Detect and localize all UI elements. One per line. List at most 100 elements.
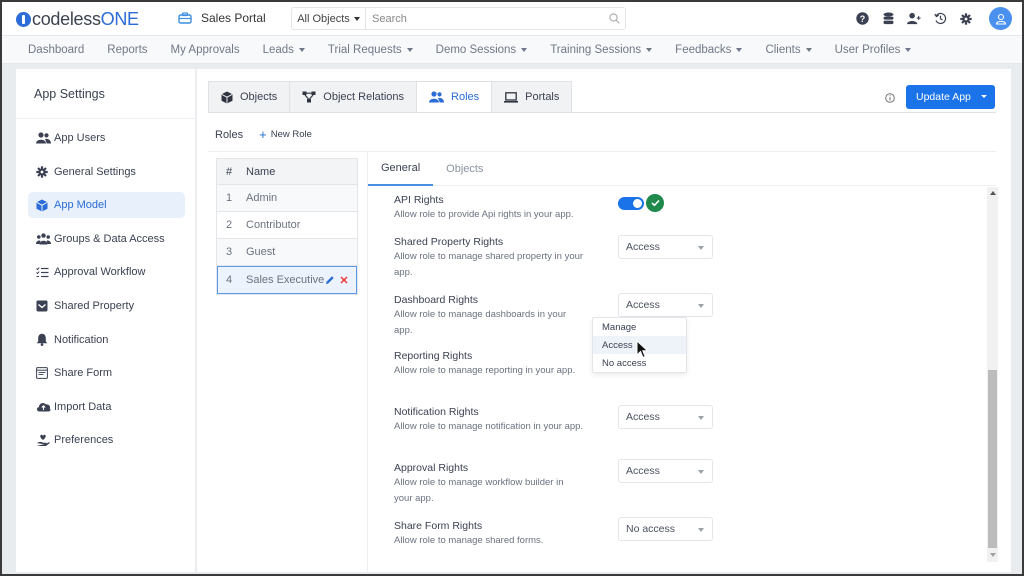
nav-item-feedbacks[interactable]: Feedbacks bbox=[675, 44, 743, 56]
edit-pencil-icon[interactable] bbox=[325, 275, 335, 285]
users-icon bbox=[36, 132, 54, 144]
update-app-button[interactable]: Update App bbox=[906, 85, 995, 109]
top-toolbar: ? bbox=[855, 7, 1012, 30]
tab-object-relations[interactable]: Object Relations bbox=[289, 81, 417, 113]
role-row[interactable]: 4 Sales Executive bbox=[217, 266, 357, 294]
info-icon[interactable] bbox=[885, 90, 895, 108]
select-value: Access bbox=[626, 465, 660, 477]
sidebar-item-groups-data-access[interactable]: Groups & Data Access bbox=[28, 226, 185, 252]
roles-table-header: # Name bbox=[217, 159, 357, 185]
nav-item-label: Demo Sessions bbox=[435, 43, 517, 56]
nav-item-user-profiles[interactable]: User Profiles bbox=[835, 44, 912, 56]
select-value: Access bbox=[626, 299, 660, 311]
cube-icon bbox=[221, 91, 233, 104]
select-dashboard-rights[interactable]: Access bbox=[618, 293, 713, 317]
sidebar-title: App Settings bbox=[16, 69, 195, 119]
nav-item-demo-sessions[interactable]: Demo Sessions bbox=[436, 44, 528, 56]
role-row[interactable]: 1 Admin bbox=[217, 185, 357, 212]
sidebar-item-label: Approval Workflow bbox=[54, 266, 146, 279]
sidebar-item-label: Groups & Data Access bbox=[54, 232, 165, 245]
search-icon[interactable] bbox=[603, 8, 625, 29]
role-row[interactable]: 2 Contributor bbox=[217, 212, 357, 239]
nav-item-label: Clients bbox=[765, 43, 801, 56]
nav-item-label: Reports bbox=[107, 43, 148, 56]
sidebar-item-share-form[interactable]: Share Form bbox=[28, 360, 185, 386]
select-approval-rights[interactable]: Access bbox=[618, 459, 713, 483]
sidebar-item-preferences[interactable]: Preferences bbox=[28, 427, 185, 453]
logo[interactable]: codelessONE bbox=[16, 9, 139, 30]
add-user-icon[interactable] bbox=[907, 12, 921, 26]
svg-text:?: ? bbox=[859, 14, 865, 24]
top-bar: codelessONE Sales Portal All Objects ? bbox=[2, 2, 1022, 36]
chevron-down-icon bbox=[736, 47, 743, 52]
sidebar-item-shared-property[interactable]: Shared Property bbox=[28, 293, 185, 319]
subtab-general[interactable]: General bbox=[368, 152, 434, 186]
sidebar-item-label: Shared Property bbox=[54, 299, 135, 312]
tab-label: Objects bbox=[240, 91, 278, 103]
setting-title: Dashboard Rights bbox=[394, 294, 479, 306]
setting-description: Allow role to manage notification in you… bbox=[394, 421, 584, 432]
sidebar-item-import-data[interactable]: Import Data bbox=[28, 394, 185, 420]
search-input[interactable] bbox=[366, 8, 603, 29]
role-number: 1 bbox=[226, 192, 233, 204]
search-scope-select[interactable]: All Objects bbox=[292, 8, 366, 29]
nav-item-label: Dashboard bbox=[28, 43, 85, 56]
nav-item-reports[interactable]: Reports bbox=[107, 44, 147, 56]
api-rights-toggle[interactable] bbox=[618, 197, 644, 210]
setting-title: Approval Rights bbox=[394, 462, 469, 474]
header-number: # bbox=[226, 165, 233, 178]
header-name: Name bbox=[246, 165, 276, 178]
menu-option-manage[interactable]: Manage bbox=[593, 318, 686, 336]
chevron-down-icon bbox=[698, 246, 704, 250]
setting-api-rights: API Rights Allow role to provide Api righ… bbox=[394, 193, 794, 223]
role-number: 4 bbox=[226, 274, 233, 286]
nav-item-dashboard[interactable]: Dashboard bbox=[28, 44, 84, 56]
portal-switcher[interactable]: Sales Portal bbox=[178, 11, 266, 25]
role-name: Contributor bbox=[246, 219, 301, 231]
select-shared-property-rights[interactable]: Access bbox=[618, 235, 713, 259]
nav-item-clients[interactable]: Clients bbox=[765, 43, 812, 56]
nav-item-my-approvals[interactable]: My Approvals bbox=[171, 44, 240, 56]
setting-title: Notification Rights bbox=[394, 406, 479, 418]
main-nav: Dashboard Reports My Approvals Leads Trial R… bbox=[2, 36, 1022, 64]
settings-icon[interactable] bbox=[959, 12, 973, 26]
scroll-thumb[interactable] bbox=[988, 370, 997, 548]
new-role-label: New Role bbox=[270, 129, 312, 140]
help-icon[interactable]: ? bbox=[855, 12, 869, 26]
role-actions bbox=[325, 275, 357, 285]
sidebar-item-app-model[interactable]: App Model bbox=[28, 192, 185, 219]
logo-text-prefix: codeless bbox=[32, 9, 101, 29]
role-name: Admin bbox=[246, 192, 278, 204]
setting-description: Allow role to manage dashboards in your … bbox=[394, 309, 567, 336]
delete-x-icon[interactable] bbox=[340, 276, 348, 284]
select-notification-rights[interactable]: Access bbox=[618, 405, 713, 429]
sidebar-item-notification[interactable]: Notification bbox=[28, 327, 185, 353]
setting-description: Allow role to manage workflow builder in… bbox=[394, 477, 564, 504]
sidebar-item-app-users[interactable]: App Users bbox=[28, 125, 185, 151]
tab-portals[interactable]: Portals bbox=[491, 81, 573, 113]
nav-item-trial-requests[interactable]: Trial Requests bbox=[328, 44, 413, 56]
nav-item-training-sessions[interactable]: Training Sessions bbox=[550, 44, 653, 56]
mouse-cursor-icon bbox=[636, 340, 649, 359]
history-icon[interactable] bbox=[933, 12, 947, 26]
scroll-up-arrow[interactable] bbox=[990, 191, 996, 195]
subtab-objects[interactable]: Objects bbox=[433, 152, 496, 186]
new-role-button[interactable]: + New Role bbox=[259, 127, 312, 142]
update-app-dropdown-toggle[interactable] bbox=[981, 95, 987, 98]
sidebar-item-approval-workflow[interactable]: Approval Workflow bbox=[28, 259, 185, 285]
tab-roles[interactable]: Roles bbox=[416, 81, 492, 113]
nav-item-label: Leads bbox=[262, 43, 294, 56]
chevron-down-icon bbox=[406, 47, 413, 52]
scroll-down-arrow[interactable] bbox=[990, 553, 996, 557]
select-share-form-rights[interactable]: No access bbox=[618, 517, 713, 541]
setting-approval-rights: Approval Rights Allow role to manage work… bbox=[394, 459, 794, 507]
roles-title: Roles bbox=[215, 128, 244, 141]
nav-item-leads[interactable]: Leads bbox=[263, 44, 305, 56]
role-row[interactable]: 3 Guest bbox=[217, 239, 357, 266]
sidebar-item-general-settings[interactable]: General Settings bbox=[28, 159, 185, 185]
chevron-down-icon bbox=[805, 47, 812, 52]
settings-scrollbar[interactable] bbox=[987, 187, 998, 562]
database-icon[interactable] bbox=[881, 12, 895, 26]
user-avatar[interactable] bbox=[989, 7, 1012, 30]
tab-objects[interactable]: Objects bbox=[208, 81, 290, 113]
